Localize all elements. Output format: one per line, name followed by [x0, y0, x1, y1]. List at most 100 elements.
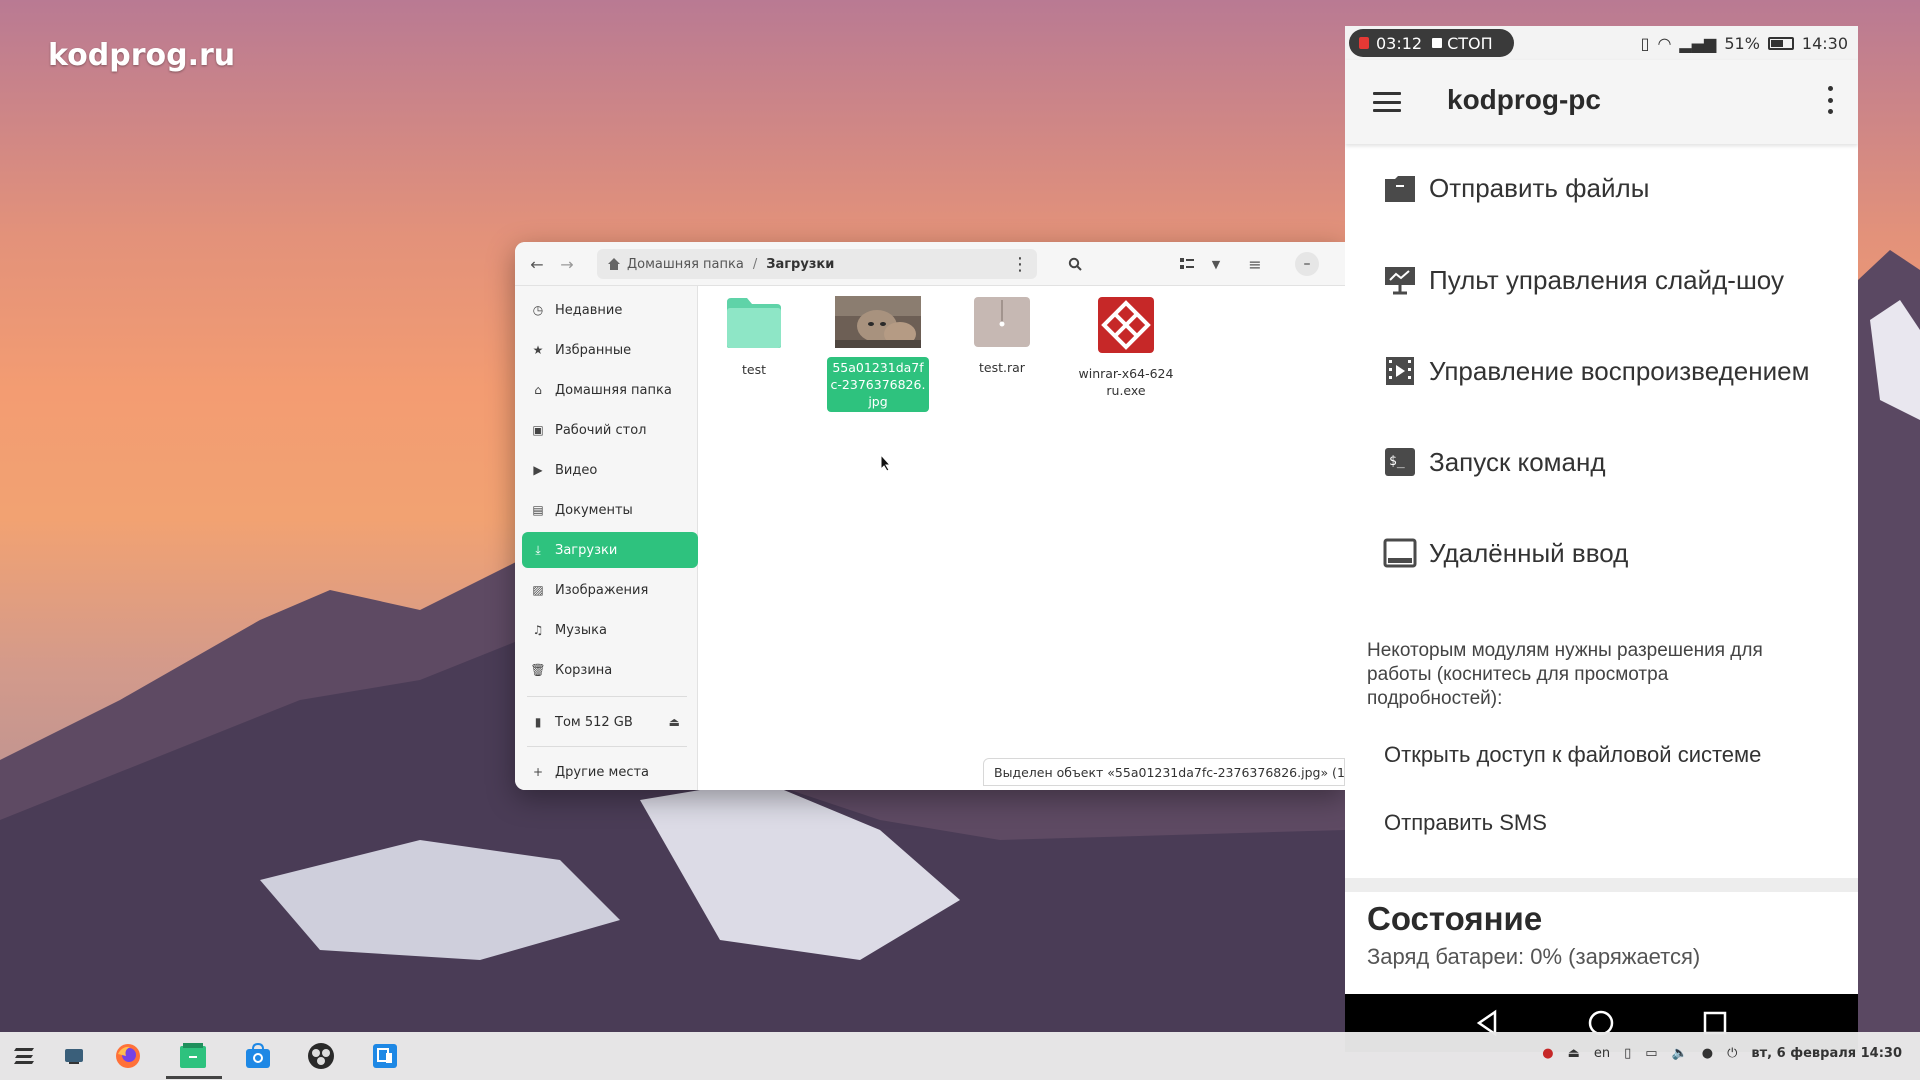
file-item-exe[interactable]: winrar-x64-624ru.exe: [1075, 296, 1177, 401]
menu-slideshow-remote[interactable]: Пульт управления слайд-шоу: [1383, 260, 1784, 300]
sidebar-item-label: Видео: [555, 462, 598, 478]
drive-icon: ▮: [534, 715, 542, 729]
phone-screen: 03:12 СТОП ▯ ◠ ▂▄▆ 51% 14:30 kodprog-pc …: [1345, 26, 1858, 1052]
app-bar: kodprog-pc: [1345, 60, 1858, 144]
menu-send-files[interactable]: Отправить файлы: [1383, 168, 1649, 208]
chevron-down-icon[interactable]: ▼: [1204, 252, 1228, 276]
keyboard-layout[interactable]: en: [1594, 1046, 1610, 1061]
breadcrumb-separator: /: [752, 256, 758, 272]
home-icon: [608, 258, 620, 270]
active-app-indicator: [166, 1076, 222, 1079]
folder-icon: [1385, 176, 1415, 202]
sidebar-item-label: Документы: [555, 502, 633, 518]
eject-tray-icon[interactable]: ⏏: [1568, 1046, 1580, 1061]
breadcrumb-current[interactable]: Загрузки: [766, 257, 834, 272]
taskbar: ● ⏏ en ▯ ▭ 🔈 ● ⏻ вт, 6 февраля 14:30: [0, 1032, 1920, 1080]
sidebar-item-other-places[interactable]: + Другие места: [522, 754, 698, 790]
menu-label: Удалённый ввод: [1429, 537, 1629, 568]
files-app-icon[interactable]: [178, 1042, 208, 1070]
sidebar-item-label: Домашняя папка: [555, 382, 672, 398]
more-options-icon[interactable]: [1826, 86, 1834, 114]
file-item-folder[interactable]: test: [703, 296, 805, 380]
zorin-menu-icon[interactable]: [10, 1042, 40, 1070]
back-arrow-icon[interactable]: ←: [525, 252, 549, 276]
file-item-archive[interactable]: test.rar: [951, 296, 1053, 378]
file-view: test 55a01231da7fc-2376376826.jpg test.r…: [698, 286, 1345, 790]
state-heading: Состояние: [1367, 900, 1543, 937]
grid-view-icon[interactable]: [1175, 252, 1199, 276]
download-icon: ⤓: [535, 542, 541, 557]
image-thumbnail: [835, 296, 921, 348]
sidebar-item-music[interactable]: ♫ Музыка: [522, 612, 698, 648]
exe-icon: [1098, 297, 1154, 353]
sidebar-item-trash[interactable]: 🗑 Корзина: [522, 652, 698, 688]
sidebar-item-volume[interactable]: ▮ Том 512 GB ⏏: [522, 704, 698, 740]
volume-icon[interactable]: 🔈: [1672, 1046, 1688, 1061]
kdeconnect-tray-icon[interactable]: ▯: [1624, 1046, 1631, 1061]
show-desktop-icon[interactable]: [60, 1042, 90, 1070]
stop-label: СТОП: [1447, 33, 1493, 53]
film-icon: [1386, 357, 1414, 385]
trash-icon: 🗑: [530, 663, 546, 677]
sidebar-item-label: Избранные: [555, 342, 632, 358]
system-tray: ● ⏏ en ▯ ▭ 🔈 ● ⏻ вт, 6 февраля 14:30: [1542, 1046, 1902, 1061]
section-divider: [1345, 878, 1858, 892]
menu-remote-input[interactable]: Удалённый ввод: [1383, 533, 1628, 573]
sidebar-item-documents[interactable]: ▤ Документы: [522, 492, 698, 528]
divider: [527, 746, 687, 747]
firefox-icon[interactable]: [113, 1042, 143, 1070]
watermark: kodprog.ru: [48, 38, 236, 73]
permission-filesystem-link[interactable]: Открыть доступ к файловой системе: [1384, 742, 1761, 768]
sidebar-item-label: Рабочий стол: [555, 422, 647, 438]
sidebar-item-label: Недавние: [555, 302, 623, 318]
desktop-icon: ▣: [532, 423, 544, 437]
file-item-image[interactable]: 55a01231da7fc-2376376826.jpg: [827, 296, 929, 412]
home-icon: ⌂: [534, 383, 542, 397]
eject-icon[interactable]: ⏏: [669, 715, 680, 729]
hamburger-menu-icon[interactable]: ≡: [1243, 252, 1267, 276]
microphone-icon[interactable]: ●: [1702, 1046, 1713, 1061]
obs-tray-icon[interactable]: ●: [1542, 1046, 1553, 1061]
software-store-icon[interactable]: [243, 1042, 273, 1070]
sidebar-item-starred[interactable]: ★ Избранные: [522, 332, 698, 368]
kdeconnect-icon[interactable]: [370, 1042, 400, 1070]
forward-arrow-icon[interactable]: →: [555, 252, 579, 276]
cursor-icon: [880, 454, 892, 472]
clock-icon: ◷: [532, 303, 544, 317]
sidebar-item-label: Музыка: [555, 622, 607, 638]
menu-label: Запуск команд: [1429, 446, 1606, 477]
power-icon[interactable]: ⏻: [1727, 1046, 1737, 1061]
display-tray-icon[interactable]: ▭: [1645, 1046, 1657, 1061]
sidebar-item-recent[interactable]: ◷ Недавние: [522, 292, 698, 328]
minimize-button[interactable]: –: [1295, 252, 1319, 276]
file-name: winrar-x64-624ru.exe: [1078, 366, 1174, 398]
sidebar-item-pictures[interactable]: ▨ Изображения: [522, 572, 698, 608]
sidebar-item-desktop[interactable]: ▣ Рабочий стол: [522, 412, 698, 448]
sidebar-item-home[interactable]: ⌂ Домашняя папка: [522, 372, 698, 408]
star-icon: ★: [532, 343, 544, 357]
image-icon: ▨: [532, 583, 544, 597]
clock[interactable]: вт, 6 февраля 14:30: [1751, 1046, 1902, 1061]
permission-sms-link[interactable]: Отправить SMS: [1384, 810, 1547, 836]
obs-studio-icon[interactable]: [306, 1042, 336, 1070]
sidebar-item-label: Загрузки: [555, 542, 618, 558]
battery-percent: 51%: [1724, 34, 1760, 53]
search-icon[interactable]: [1063, 252, 1087, 276]
breadcrumb[interactable]: Домашняя папка / Загрузки ⋮: [597, 249, 1037, 279]
signal-icon: ▂▄▆: [1679, 34, 1717, 53]
permissions-note[interactable]: Некоторым модулям нужны разрешения для р…: [1367, 639, 1787, 711]
recording-indicator[interactable]: 03:12 СТОП: [1349, 29, 1514, 57]
menu-label: Отправить файлы: [1429, 172, 1650, 203]
menu-media-control[interactable]: Управление воспроизведением: [1383, 351, 1809, 391]
recording-time: 03:12: [1376, 33, 1423, 53]
menu-run-commands[interactable]: $_ Запуск команд: [1383, 442, 1606, 482]
sidebar-item-label: Том 512 GB: [555, 714, 633, 730]
path-menu-icon[interactable]: ⋮: [1011, 254, 1029, 275]
breadcrumb-home[interactable]: Домашняя папка: [627, 257, 744, 272]
hamburger-menu-icon[interactable]: [1373, 92, 1401, 112]
menu-label: Управление воспроизведением: [1429, 355, 1810, 386]
sidebar-item-label: Изображения: [555, 582, 649, 598]
header-bar: ← → Домашняя папка / Загрузки ⋮ ▼ ≡ –: [515, 242, 1345, 286]
sidebar-item-downloads[interactable]: ⤓ Загрузки: [522, 532, 698, 568]
sidebar-item-videos[interactable]: ▶ Видео: [522, 452, 698, 488]
